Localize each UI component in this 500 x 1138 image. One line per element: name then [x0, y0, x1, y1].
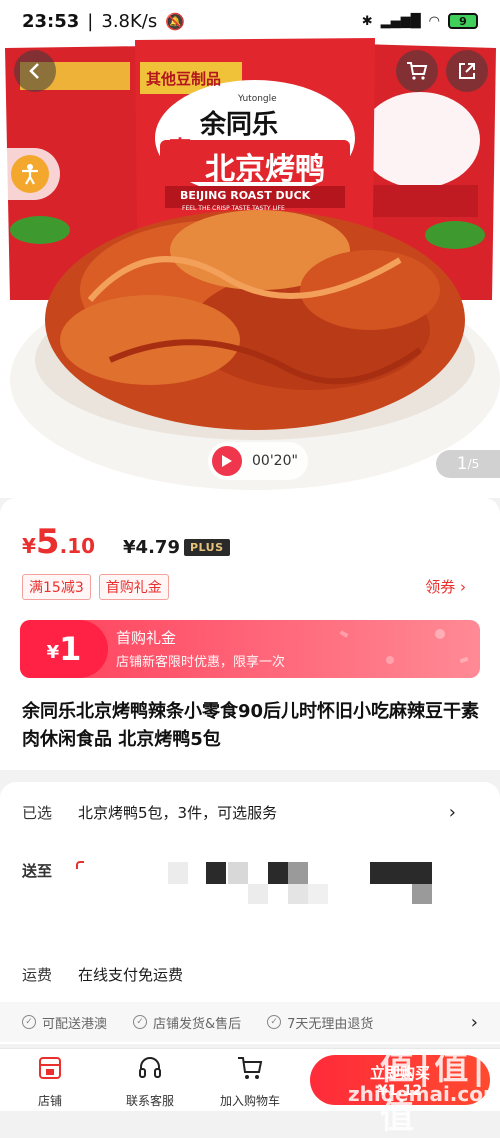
service-label: 可配送港澳 [42, 1016, 108, 1032]
buy-now-label: 立即购买 [369, 1063, 430, 1082]
options-card: 已选 北京烤鸭5包，3件，可选服务 › 送至 运费 在线支付免运费 ✓ 可配送港… [0, 782, 500, 1044]
product-gallery[interactable]: 余同乐 Yutongle 北京烤鸭 素食 BEIJING ROAST DUCK … [0, 0, 500, 498]
share-button[interactable] [446, 50, 488, 92]
headset-icon [139, 1057, 161, 1078]
selected-option-row[interactable]: 已选 北京烤鸭5包，3件，可选服务 › [22, 800, 478, 824]
page-current: 1 [456, 454, 468, 474]
store-button[interactable]: 店铺 [5, 1055, 95, 1109]
status-time: 23:53 [22, 10, 80, 32]
freight-row: 运费 在线支付免运费 [22, 964, 183, 985]
first-purchase-gift-banner[interactable]: ¥ 1 首购礼金 店铺新客限时优惠，限享一次 [20, 620, 480, 678]
price-row: ¥ 5 .10 ¥4.79 PLUS [22, 522, 230, 562]
price-currency: ¥ [22, 534, 36, 558]
play-icon [212, 446, 242, 476]
gift-subtitle: 店铺新客限时优惠，限享一次 [116, 655, 286, 670]
redacted-address [160, 860, 440, 908]
store-icon [39, 1057, 61, 1079]
promo-tag: 首购礼金 [98, 574, 169, 600]
current-price: ¥ 5 .10 [22, 522, 95, 562]
mute-icon: 🔕 [165, 11, 186, 31]
service-label: 店铺发货&售后 [153, 1016, 242, 1032]
price-decimal: .10 [59, 534, 96, 558]
selected-label: 已选 [22, 803, 53, 822]
package-category-text: 其他豆制品 [146, 70, 222, 88]
plus-price-value: ¥4.79 [123, 537, 180, 558]
gift-title: 首购礼金 [116, 629, 177, 647]
accessibility-button[interactable] [0, 148, 60, 200]
signal-icon: ▂▄▆█ [380, 13, 421, 29]
gift-value: 1 [59, 630, 82, 668]
status-speed: 3.8K/s [101, 10, 158, 32]
service-item: ✓ 7天无理由退货 [267, 1013, 373, 1032]
plus-price: ¥4.79 PLUS [123, 537, 230, 558]
promo-tags: 满15减3 首购礼金 [22, 574, 169, 600]
gift-amount: ¥ 1 [20, 620, 108, 678]
video-duration: 00'20" [252, 453, 298, 469]
buy-now-button[interactable]: 立即购买 ¥1.12 [310, 1055, 490, 1105]
freight-label: 运费 [22, 966, 53, 984]
chevron-right-icon: › [470, 1011, 478, 1033]
service-item: ✓ 店铺发货&售后 [133, 1013, 241, 1032]
wifi-icon: ◠ [428, 13, 440, 29]
check-circle-icon: ✓ [267, 1015, 282, 1029]
service-guarantees[interactable]: ✓ 可配送港澳 ✓ 店铺发货&售后 ✓ 7天无理由退货 › [0, 1002, 500, 1042]
accessibility-icon [11, 155, 49, 193]
cart-icon [238, 1057, 263, 1079]
ship-label: 送至 [22, 861, 53, 880]
freight-value: 在线支付免运费 [78, 966, 184, 984]
selected-value: 北京烤鸭5包，3件，可选服务 [78, 803, 278, 822]
page-total: /5 [467, 457, 480, 471]
check-circle-icon: ✓ [133, 1015, 148, 1029]
promo-tag: 满15减3 [22, 574, 91, 600]
get-coupon-link[interactable]: 领券 › [425, 576, 466, 597]
customer-service-button[interactable]: 联系客服 [105, 1055, 195, 1109]
service-item: ✓ 可配送港澳 [22, 1013, 107, 1032]
cart-icon [407, 62, 428, 80]
confetti-decoration [339, 629, 469, 664]
package-slogan-text: FEEL THE CRISP TASTE TASTY LIFE [182, 205, 285, 212]
bottom-action-bar: 店铺 联系客服 加入购物车 立即购买 ¥1.12 [0, 1048, 500, 1111]
video-play-button[interactable]: 00'20" [208, 442, 308, 480]
service-label: 7天无理由退货 [287, 1016, 374, 1032]
package-brand-text: 余同乐 [200, 110, 279, 140]
buy-now-price: ¥1.12 [377, 1082, 423, 1099]
bluetooth-icon: ✱ [361, 13, 373, 29]
location-icon [76, 861, 84, 869]
gift-currency: ¥ [46, 641, 60, 663]
status-bar: 23:53 | 3.8K/s 🔕 ✱ ▂▄▆█ ◠ 9 [0, 0, 500, 42]
plus-badge: PLUS [183, 539, 230, 556]
package-prefix-text: 素食 [168, 136, 192, 188]
gallery-page-counter: 1 /5 [436, 450, 500, 478]
package-subtitle-text: BEIJING ROAST DUCK [180, 189, 311, 202]
cart-button[interactable] [396, 50, 438, 92]
battery-icon: 9 [448, 13, 478, 29]
package-brand-latin: Yutongle [238, 94, 277, 104]
chevron-left-icon [29, 63, 39, 79]
check-circle-icon: ✓ [22, 1015, 36, 1029]
product-title: 余同乐北京烤鸭辣条小零食90后儿时怀旧小吃麻辣豆干素肉休闲食品 北京烤鸭5包 [22, 701, 480, 750]
package-title-text: 北京烤鸭 [205, 152, 325, 187]
share-icon [459, 63, 475, 79]
price-integer: 5 [35, 522, 60, 562]
store-label: 店铺 [37, 1094, 62, 1108]
price-card: ¥ 5 .10 ¥4.79 PLUS 满15减3 首购礼金 领券 › ¥ 1 首… [0, 498, 500, 770]
back-button[interactable] [14, 50, 56, 92]
add-to-cart-button[interactable]: 加入购物车 [205, 1055, 295, 1109]
customer-service-label: 联系客服 [125, 1094, 174, 1108]
add-to-cart-label: 加入购物车 [219, 1094, 280, 1108]
chevron-right-icon: › [448, 801, 456, 823]
